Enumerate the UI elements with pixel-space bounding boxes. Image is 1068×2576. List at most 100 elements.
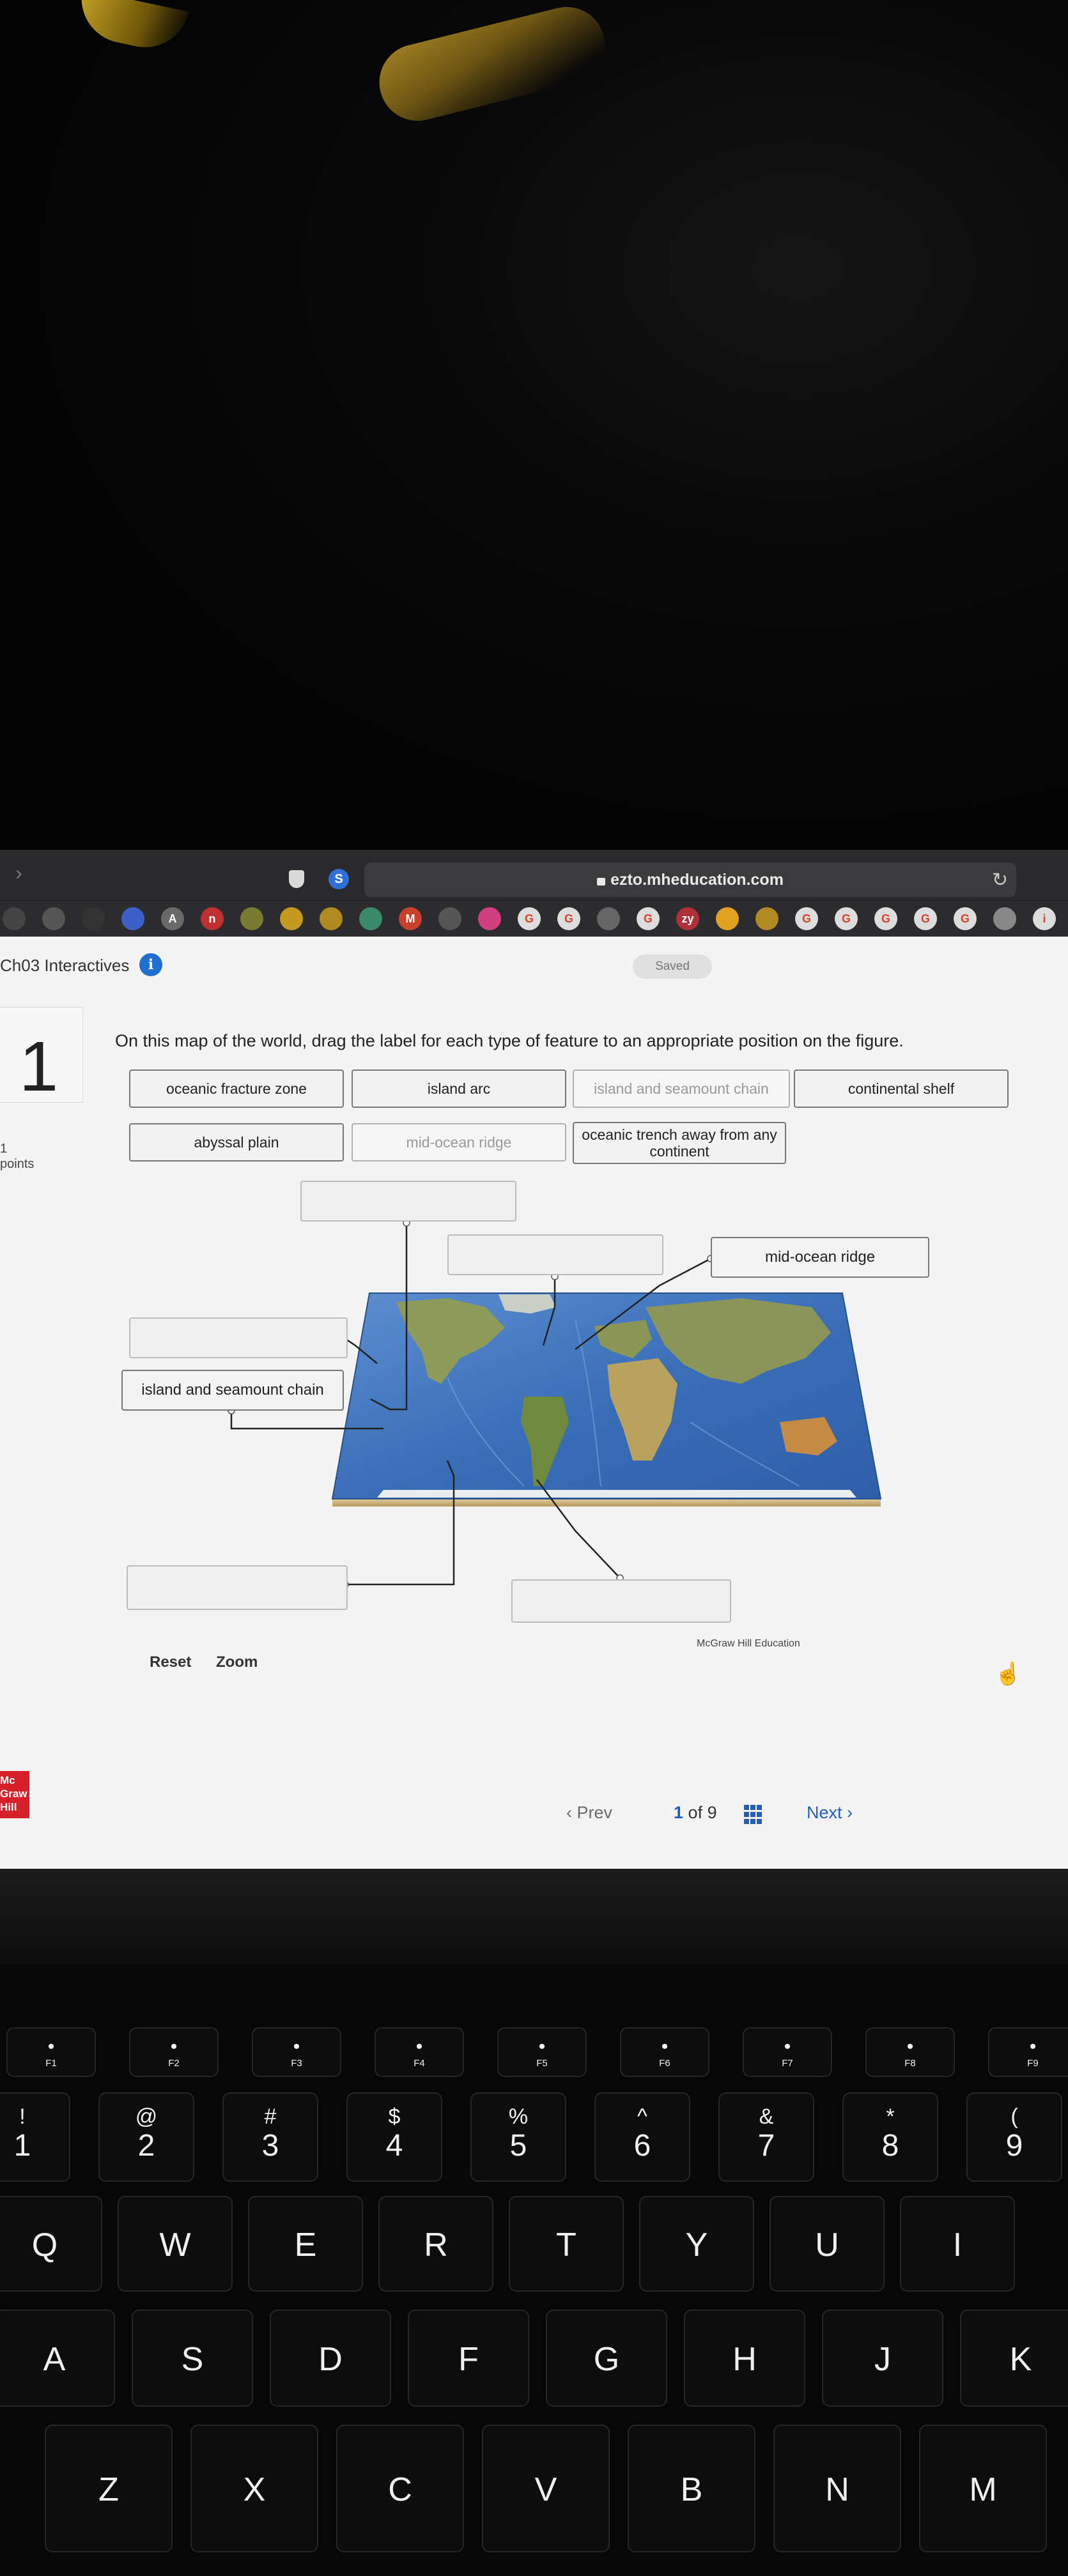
bookmark-dji-icon[interactable] bbox=[3, 907, 26, 930]
key-f8[interactable]: • F8 bbox=[865, 2027, 955, 2077]
bookmark-zoom-icon[interactable] bbox=[121, 907, 144, 930]
key-c[interactable]: C bbox=[336, 2425, 464, 2552]
address-bar[interactable]: ezto.mheducation.com bbox=[364, 862, 1016, 897]
key-r[interactable]: R bbox=[378, 2196, 493, 2292]
next-button[interactable]: Next › bbox=[807, 1803, 853, 1823]
key-symbol: • bbox=[906, 2036, 914, 2057]
hand-cursor-icon: ☝ bbox=[994, 1662, 1022, 1686]
key-4[interactable]: $4 bbox=[346, 2092, 442, 2182]
zoom-button[interactable]: Zoom bbox=[216, 1653, 258, 1671]
bookmark-G-icon[interactable]: G bbox=[874, 907, 897, 930]
drop-target-left-upper[interactable] bbox=[129, 1317, 348, 1358]
bookmark-dji-icon[interactable] bbox=[82, 907, 105, 930]
bookmark-circle-g-icon[interactable] bbox=[280, 907, 303, 930]
key-label: F9 bbox=[1027, 2058, 1039, 2069]
key-x[interactable]: X bbox=[190, 2425, 318, 2552]
key-t[interactable]: T bbox=[509, 2196, 624, 2292]
key-k[interactable]: K bbox=[960, 2310, 1068, 2407]
bookmark-G-icon[interactable]: G bbox=[637, 907, 660, 930]
key-f1[interactable]: • F1 bbox=[6, 2027, 96, 2077]
key-shift-label: ( bbox=[1010, 2104, 1018, 2129]
key-v[interactable]: V bbox=[482, 2425, 610, 2552]
key-5[interactable]: % 5 bbox=[470, 2092, 566, 2182]
drop-target-left-lower[interactable] bbox=[127, 1565, 348, 1610]
key-i[interactable]: I bbox=[900, 2196, 1015, 2292]
drop-target-upper-right[interactable]: mid-ocean ridge bbox=[711, 1237, 929, 1278]
key-f3[interactable]: • F3 bbox=[252, 2027, 341, 2077]
bookmark-G-icon[interactable]: G bbox=[914, 907, 937, 930]
bookmark-quill-icon[interactable] bbox=[993, 907, 1016, 930]
key-symbol: • bbox=[293, 2036, 300, 2057]
drop-target-top-center[interactable] bbox=[300, 1181, 516, 1222]
antarctica bbox=[377, 1490, 856, 1498]
bookmark-G-icon[interactable]: G bbox=[518, 907, 541, 930]
key-f2[interactable]: • F2 bbox=[129, 2027, 219, 2077]
key-q[interactable]: Q bbox=[0, 2196, 102, 2292]
drop-target-bottom-center[interactable] bbox=[511, 1579, 731, 1623]
key-f4[interactable]: • F4 bbox=[375, 2027, 464, 2077]
grid-icon[interactable] bbox=[744, 1804, 764, 1825]
laptop-screen: › S ezto.mheducation.com ↻ An M G G Gzy G G G G G… bbox=[0, 850, 1068, 1869]
current-page: 1 bbox=[674, 1803, 684, 1822]
key-y[interactable]: Y bbox=[639, 2196, 754, 2292]
bookmark-hand-icon[interactable] bbox=[716, 907, 739, 930]
key-7[interactable]: & 7 bbox=[718, 2092, 814, 2182]
web-app: Ch03 Interactives i Saved 1 1 points On … bbox=[0, 937, 1068, 1869]
key-m[interactable]: M bbox=[919, 2425, 1047, 2552]
key-9[interactable]: (9 bbox=[966, 2092, 1062, 2182]
key-label: F6 bbox=[659, 2058, 670, 2069]
key-n[interactable]: N bbox=[773, 2425, 901, 2552]
key-8[interactable]: * 8 bbox=[842, 2092, 938, 2182]
key-symbol: • bbox=[538, 2036, 546, 2057]
shield-icon[interactable] bbox=[289, 870, 304, 888]
bookmark-n-icon[interactable]: n bbox=[201, 907, 224, 930]
chevron-right-icon[interactable]: › bbox=[15, 861, 22, 885]
key-j[interactable]: J bbox=[822, 2310, 943, 2407]
bookmark-trello-icon[interactable] bbox=[320, 907, 343, 930]
bookmark-A-icon[interactable]: A bbox=[161, 907, 184, 930]
reload-icon[interactable]: ↻ bbox=[992, 869, 1008, 891]
bookmark-cloud-icon[interactable] bbox=[478, 907, 501, 930]
bookmark-zy-icon[interactable]: zy bbox=[676, 907, 699, 930]
bookmark-asu-icon[interactable] bbox=[438, 907, 461, 930]
key-f5[interactable]: • F5 bbox=[497, 2027, 587, 2077]
bookmark-G-icon[interactable]: G bbox=[557, 907, 580, 930]
key-h[interactable]: H bbox=[684, 2310, 805, 2407]
key-g[interactable]: G bbox=[546, 2310, 667, 2407]
bookmark-M-icon[interactable]: M bbox=[399, 907, 422, 930]
key-f7[interactable]: • F7 bbox=[743, 2027, 832, 2077]
bookmark-G-icon[interactable]: G bbox=[795, 907, 818, 930]
extension-s-icon[interactable]: S bbox=[329, 869, 349, 889]
key-b[interactable]: B bbox=[628, 2425, 755, 2552]
url-text: ezto.mheducation.com bbox=[364, 862, 1016, 897]
key-a[interactable]: A bbox=[0, 2310, 115, 2407]
prev-button[interactable]: ‹ Prev bbox=[566, 1803, 612, 1823]
key-u[interactable]: U bbox=[770, 2196, 885, 2292]
bookmark-trello-icon[interactable] bbox=[755, 907, 778, 930]
key-d[interactable]: D bbox=[270, 2310, 391, 2407]
drop-target-upper-middle[interactable] bbox=[447, 1234, 663, 1275]
key-3[interactable]: #3 bbox=[222, 2092, 318, 2182]
key-1[interactable]: ! 1 bbox=[0, 2092, 70, 2182]
key-f6[interactable]: • F6 bbox=[620, 2027, 709, 2077]
bookmark-info-icon[interactable]: i bbox=[1033, 907, 1056, 930]
key-e[interactable]: E bbox=[248, 2196, 363, 2292]
bookmark-chatgpt-icon[interactable] bbox=[597, 907, 620, 930]
drop-target-left-middle[interactable]: island and seamount chain bbox=[121, 1370, 344, 1411]
key-f[interactable]: F bbox=[408, 2310, 529, 2407]
bookmark-chatgpt-icon[interactable] bbox=[42, 907, 65, 930]
key-s[interactable]: S bbox=[132, 2310, 253, 2407]
browser-titlebar: › S ezto.mheducation.com ↻ bbox=[0, 850, 1068, 901]
bookmark-G-icon[interactable]: G bbox=[954, 907, 977, 930]
key-w[interactable]: W bbox=[118, 2196, 233, 2292]
key-2[interactable]: @2 bbox=[98, 2092, 194, 2182]
key-6[interactable]: ^ 6 bbox=[594, 2092, 690, 2182]
drop-target-text: island and seamount chain bbox=[141, 1381, 324, 1399]
key-shift-label: # bbox=[264, 2104, 277, 2129]
reset-button[interactable]: Reset bbox=[150, 1653, 191, 1671]
bookmark-bank-icon[interactable] bbox=[359, 907, 382, 930]
bookmark-gear-icon[interactable] bbox=[240, 907, 263, 930]
key-z[interactable]: Z bbox=[45, 2425, 173, 2552]
bookmark-G-icon[interactable]: G bbox=[835, 907, 858, 930]
key-f9[interactable]: • F9 bbox=[988, 2027, 1068, 2077]
